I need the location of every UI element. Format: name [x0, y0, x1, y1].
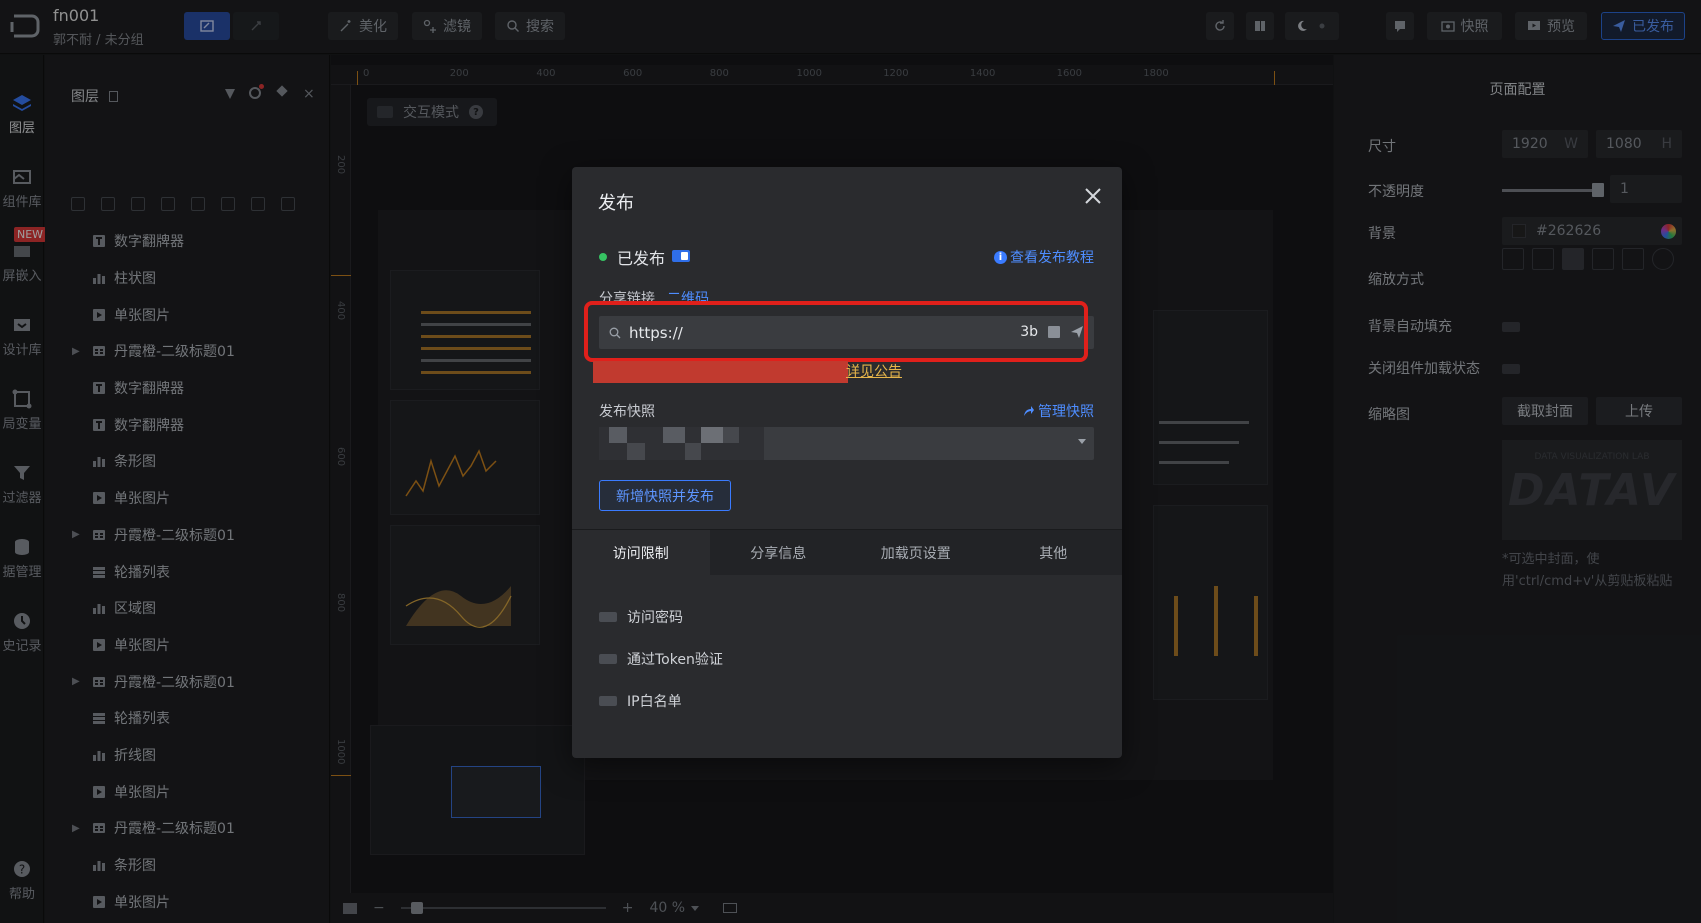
redaction-block	[663, 427, 685, 443]
redaction-block	[685, 443, 701, 460]
redaction-block	[723, 427, 739, 443]
publish-status: 已发布	[617, 249, 666, 268]
info-icon: i	[994, 250, 1007, 264]
tab-other[interactable]: 其他	[985, 530, 1123, 576]
snapshot-label: 发布快照	[599, 404, 655, 420]
redaction-block	[701, 427, 723, 443]
dialog-title: 发布	[598, 193, 634, 214]
manage-snapshot-link[interactable]: 管理快照	[1023, 401, 1094, 421]
redacted-notice	[593, 361, 848, 383]
token-verify-label: 通过Token验证	[627, 652, 723, 668]
annotation-highlight	[584, 301, 1088, 362]
publish-tabs: 访问限制 分享信息 加载页设置 其他	[572, 529, 1123, 576]
option-token-verify[interactable]: 通过Token验证	[599, 649, 723, 669]
ip-whitelist-switch[interactable]	[599, 696, 617, 706]
notice-link[interactable]: 详见公告	[846, 361, 902, 381]
manage-snapshot-label: 管理快照	[1038, 404, 1094, 420]
access-password-label: 访问密码	[627, 610, 683, 626]
redaction-block	[609, 427, 627, 443]
publish-dialog: 发布 已发布 i 查看发布教程 分享链接 二维码 https:// 3b 详见公…	[572, 167, 1122, 758]
ip-whitelist-label: IP白名单	[627, 694, 682, 710]
snapshot-select[interactable]	[599, 427, 1094, 460]
tab-share-info[interactable]: 分享信息	[710, 530, 848, 576]
token-verify-switch[interactable]	[599, 654, 617, 664]
redaction-block	[627, 443, 645, 460]
access-password-switch[interactable]	[599, 612, 617, 622]
tutorial-link-label: 查看发布教程	[1010, 250, 1094, 266]
tab-loading-page[interactable]: 加载页设置	[847, 530, 985, 576]
publish-tutorial-link[interactable]: i 查看发布教程	[994, 247, 1094, 267]
publish-switch[interactable]	[672, 250, 690, 262]
tab-access-restriction[interactable]: 访问限制	[572, 530, 710, 576]
status-dot-icon	[599, 253, 607, 261]
new-snapshot-publish-button[interactable]: 新增快照并发布	[599, 480, 731, 511]
share-arrow-icon	[1024, 406, 1034, 416]
option-access-password[interactable]: 访问密码	[599, 607, 683, 627]
option-ip-whitelist[interactable]: IP白名单	[599, 691, 682, 711]
snapshot-thumbnail	[599, 427, 764, 460]
chevron-down-icon	[1078, 439, 1086, 444]
close-icon[interactable]	[1082, 185, 1104, 207]
